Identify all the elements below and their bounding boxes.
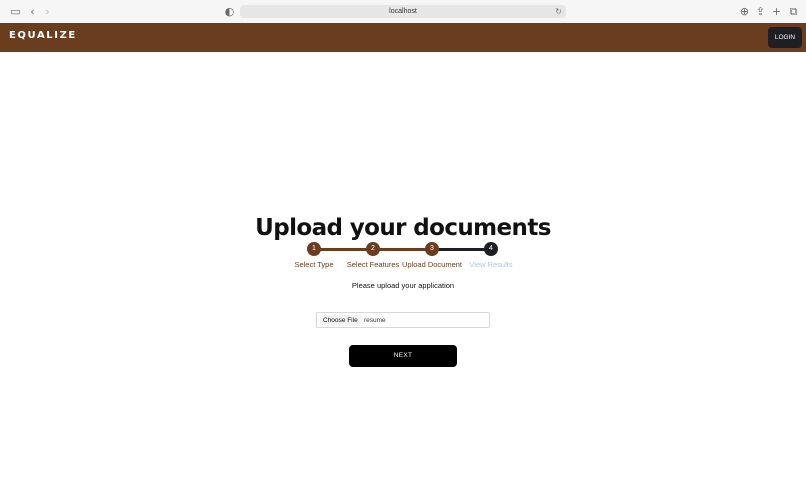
file-input[interactable]: Choose File resume [316, 312, 490, 328]
step-1-label: Select Type [294, 260, 334, 269]
logo[interactable]: EQUALIZE [9, 30, 77, 41]
new-tab-icon[interactable]: + [770, 5, 783, 18]
forward-icon[interactable]: › [41, 5, 54, 18]
address-bar[interactable]: localhost ↻ [240, 5, 566, 18]
share-icon[interactable]: ⇪ [754, 5, 767, 18]
stepper: 1 2 3 4 Select Type Select Features Uplo… [0, 241, 806, 271]
login-button[interactable]: LOGIN [768, 27, 802, 48]
step-2-label: Select Features [346, 260, 400, 269]
step-4-label: View Results [469, 260, 513, 269]
back-icon[interactable]: ‹ [26, 5, 39, 18]
step-connector [314, 248, 373, 251]
step-2-circle[interactable]: 2 [366, 242, 380, 256]
step-connector [432, 248, 491, 251]
page-title: Upload your documents [255, 215, 551, 241]
choose-file-button[interactable]: Choose File [320, 315, 361, 326]
reload-icon[interactable]: ↻ [555, 5, 562, 18]
reader-icon[interactable]: ◐ [223, 5, 236, 18]
browser-toolbar: ▭ ‹ › ◐ localhost ↻ ⊕ ⇪ + ⧉ [0, 0, 806, 23]
upload-instructions: Please upload your application [351, 281, 455, 290]
step-1-circle[interactable]: 1 [307, 242, 321, 256]
sidebar-icon[interactable]: ▭ [9, 5, 22, 18]
step-4-circle[interactable]: 4 [484, 242, 498, 256]
step-3-label: Upload Document [401, 260, 463, 269]
tabs-overview-icon[interactable]: ⧉ [787, 5, 800, 18]
app-header: EQUALIZE LOGIN [0, 23, 806, 52]
step-3-circle[interactable]: 3 [425, 242, 439, 256]
address-text: localhost [389, 8, 417, 15]
step-connector [373, 248, 432, 251]
selected-file-name: resume [364, 317, 386, 324]
next-button[interactable]: NEXT [349, 345, 457, 367]
download-icon[interactable]: ⊕ [738, 5, 751, 18]
